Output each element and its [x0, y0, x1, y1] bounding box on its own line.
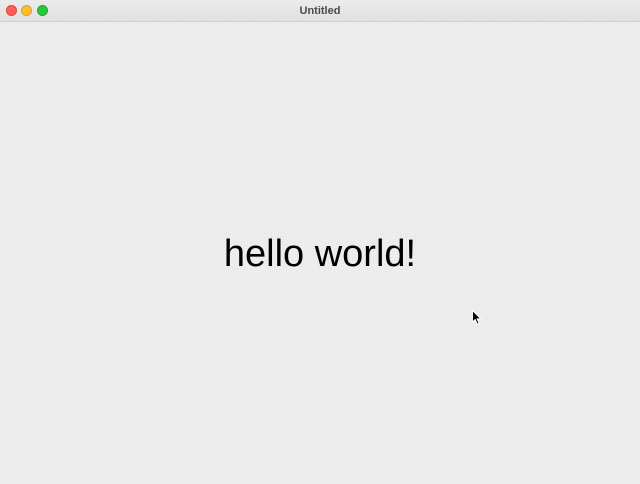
window-title: Untitled [299, 5, 341, 17]
close-button[interactable] [6, 5, 17, 16]
app-window: Untitled hello world! [0, 0, 640, 484]
title-bar[interactable]: Untitled [0, 0, 640, 22]
window-content: hello world! [0, 22, 640, 484]
minimize-button[interactable] [21, 5, 32, 16]
maximize-button[interactable] [37, 5, 48, 16]
hello-text: hello world! [223, 233, 417, 275]
arrow-cursor-icon [472, 310, 482, 325]
